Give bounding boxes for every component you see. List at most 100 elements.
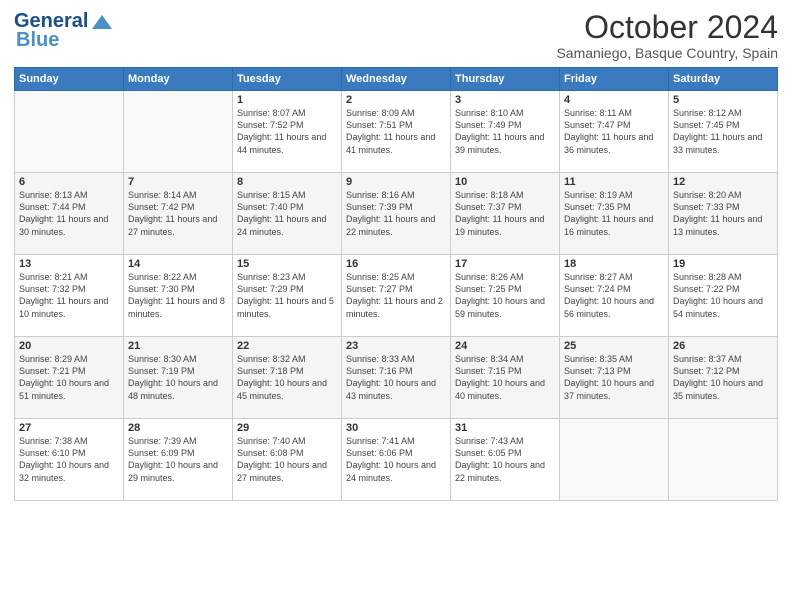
calendar-cell: 23Sunrise: 8:33 AM Sunset: 7:16 PM Dayli… (342, 337, 451, 419)
calendar-cell: 4Sunrise: 8:11 AM Sunset: 7:47 PM Daylig… (560, 91, 669, 173)
week-row-4: 20Sunrise: 8:29 AM Sunset: 7:21 PM Dayli… (15, 337, 778, 419)
day-info: Sunrise: 8:19 AM Sunset: 7:35 PM Dayligh… (564, 189, 664, 238)
logo-blue: Blue (16, 29, 59, 52)
day-info: Sunrise: 8:37 AM Sunset: 7:12 PM Dayligh… (673, 353, 773, 402)
calendar-cell: 10Sunrise: 8:18 AM Sunset: 7:37 PM Dayli… (451, 173, 560, 255)
calendar-cell (560, 419, 669, 501)
day-number: 5 (673, 94, 773, 106)
calendar-table: SundayMondayTuesdayWednesdayThursdayFrid… (14, 67, 778, 501)
calendar-cell: 1Sunrise: 8:07 AM Sunset: 7:52 PM Daylig… (233, 91, 342, 173)
day-info: Sunrise: 7:41 AM Sunset: 6:06 PM Dayligh… (346, 435, 446, 484)
title-block: October 2024 Samaniego, Basque Country, … (556, 10, 778, 61)
day-number: 6 (19, 176, 119, 188)
calendar-cell: 6Sunrise: 8:13 AM Sunset: 7:44 PM Daylig… (15, 173, 124, 255)
day-number: 27 (19, 422, 119, 434)
day-number: 9 (346, 176, 446, 188)
day-number: 30 (346, 422, 446, 434)
day-number: 10 (455, 176, 555, 188)
day-number: 21 (128, 340, 228, 352)
day-number: 18 (564, 258, 664, 270)
calendar-cell: 18Sunrise: 8:27 AM Sunset: 7:24 PM Dayli… (560, 255, 669, 337)
day-number: 2 (346, 94, 446, 106)
calendar-cell (15, 91, 124, 173)
calendar-cell: 29Sunrise: 7:40 AM Sunset: 6:08 PM Dayli… (233, 419, 342, 501)
day-info: Sunrise: 8:23 AM Sunset: 7:29 PM Dayligh… (237, 271, 337, 320)
weekday-header-saturday: Saturday (669, 68, 778, 91)
calendar-cell: 28Sunrise: 7:39 AM Sunset: 6:09 PM Dayli… (124, 419, 233, 501)
day-number: 13 (19, 258, 119, 270)
calendar-cell: 30Sunrise: 7:41 AM Sunset: 6:06 PM Dayli… (342, 419, 451, 501)
weekday-header-tuesday: Tuesday (233, 68, 342, 91)
location-title: Samaniego, Basque Country, Spain (556, 45, 778, 61)
day-number: 20 (19, 340, 119, 352)
day-number: 22 (237, 340, 337, 352)
calendar-cell: 14Sunrise: 8:22 AM Sunset: 7:30 PM Dayli… (124, 255, 233, 337)
calendar-cell: 21Sunrise: 8:30 AM Sunset: 7:19 PM Dayli… (124, 337, 233, 419)
day-number: 31 (455, 422, 555, 434)
day-info: Sunrise: 8:14 AM Sunset: 7:42 PM Dayligh… (128, 189, 228, 238)
weekday-header-row: SundayMondayTuesdayWednesdayThursdayFrid… (15, 68, 778, 91)
day-info: Sunrise: 8:09 AM Sunset: 7:51 PM Dayligh… (346, 107, 446, 156)
day-number: 23 (346, 340, 446, 352)
calendar-cell: 9Sunrise: 8:16 AM Sunset: 7:39 PM Daylig… (342, 173, 451, 255)
day-number: 17 (455, 258, 555, 270)
day-number: 3 (455, 94, 555, 106)
calendar-cell: 8Sunrise: 8:15 AM Sunset: 7:40 PM Daylig… (233, 173, 342, 255)
calendar-cell (669, 419, 778, 501)
calendar-cell: 5Sunrise: 8:12 AM Sunset: 7:45 PM Daylig… (669, 91, 778, 173)
day-number: 14 (128, 258, 228, 270)
weekday-header-wednesday: Wednesday (342, 68, 451, 91)
day-info: Sunrise: 8:32 AM Sunset: 7:18 PM Dayligh… (237, 353, 337, 402)
day-info: Sunrise: 8:11 AM Sunset: 7:47 PM Dayligh… (564, 107, 664, 156)
calendar-cell: 31Sunrise: 7:43 AM Sunset: 6:05 PM Dayli… (451, 419, 560, 501)
day-info: Sunrise: 8:12 AM Sunset: 7:45 PM Dayligh… (673, 107, 773, 156)
calendar-cell: 12Sunrise: 8:20 AM Sunset: 7:33 PM Dayli… (669, 173, 778, 255)
calendar-cell: 13Sunrise: 8:21 AM Sunset: 7:32 PM Dayli… (15, 255, 124, 337)
day-info: Sunrise: 8:10 AM Sunset: 7:49 PM Dayligh… (455, 107, 555, 156)
day-info: Sunrise: 8:34 AM Sunset: 7:15 PM Dayligh… (455, 353, 555, 402)
day-number: 26 (673, 340, 773, 352)
day-number: 11 (564, 176, 664, 188)
day-number: 15 (237, 258, 337, 270)
day-info: Sunrise: 8:21 AM Sunset: 7:32 PM Dayligh… (19, 271, 119, 320)
calendar-cell: 25Sunrise: 8:35 AM Sunset: 7:13 PM Dayli… (560, 337, 669, 419)
calendar-cell: 3Sunrise: 8:10 AM Sunset: 7:49 PM Daylig… (451, 91, 560, 173)
day-info: Sunrise: 8:13 AM Sunset: 7:44 PM Dayligh… (19, 189, 119, 238)
day-info: Sunrise: 8:22 AM Sunset: 7:30 PM Dayligh… (128, 271, 228, 320)
day-info: Sunrise: 8:33 AM Sunset: 7:16 PM Dayligh… (346, 353, 446, 402)
header: General Blue October 2024 Samaniego, Bas… (14, 10, 778, 61)
day-number: 4 (564, 94, 664, 106)
day-info: Sunrise: 8:27 AM Sunset: 7:24 PM Dayligh… (564, 271, 664, 320)
weekday-header-friday: Friday (560, 68, 669, 91)
calendar-cell: 24Sunrise: 8:34 AM Sunset: 7:15 PM Dayli… (451, 337, 560, 419)
day-info: Sunrise: 8:20 AM Sunset: 7:33 PM Dayligh… (673, 189, 773, 238)
day-info: Sunrise: 8:28 AM Sunset: 7:22 PM Dayligh… (673, 271, 773, 320)
day-info: Sunrise: 8:26 AM Sunset: 7:25 PM Dayligh… (455, 271, 555, 320)
day-number: 12 (673, 176, 773, 188)
calendar-cell: 15Sunrise: 8:23 AM Sunset: 7:29 PM Dayli… (233, 255, 342, 337)
day-number: 16 (346, 258, 446, 270)
day-info: Sunrise: 7:39 AM Sunset: 6:09 PM Dayligh… (128, 435, 228, 484)
calendar-cell: 27Sunrise: 7:38 AM Sunset: 6:10 PM Dayli… (15, 419, 124, 501)
weekday-header-monday: Monday (124, 68, 233, 91)
day-number: 28 (128, 422, 228, 434)
day-info: Sunrise: 8:29 AM Sunset: 7:21 PM Dayligh… (19, 353, 119, 402)
day-info: Sunrise: 7:43 AM Sunset: 6:05 PM Dayligh… (455, 435, 555, 484)
week-row-2: 6Sunrise: 8:13 AM Sunset: 7:44 PM Daylig… (15, 173, 778, 255)
day-info: Sunrise: 8:15 AM Sunset: 7:40 PM Dayligh… (237, 189, 337, 238)
calendar-container: General Blue October 2024 Samaniego, Bas… (0, 0, 792, 511)
calendar-cell: 7Sunrise: 8:14 AM Sunset: 7:42 PM Daylig… (124, 173, 233, 255)
calendar-cell: 26Sunrise: 8:37 AM Sunset: 7:12 PM Dayli… (669, 337, 778, 419)
week-row-3: 13Sunrise: 8:21 AM Sunset: 7:32 PM Dayli… (15, 255, 778, 337)
day-number: 24 (455, 340, 555, 352)
week-row-1: 1Sunrise: 8:07 AM Sunset: 7:52 PM Daylig… (15, 91, 778, 173)
calendar-cell: 17Sunrise: 8:26 AM Sunset: 7:25 PM Dayli… (451, 255, 560, 337)
calendar-cell: 11Sunrise: 8:19 AM Sunset: 7:35 PM Dayli… (560, 173, 669, 255)
calendar-cell: 20Sunrise: 8:29 AM Sunset: 7:21 PM Dayli… (15, 337, 124, 419)
day-number: 1 (237, 94, 337, 106)
day-info: Sunrise: 8:16 AM Sunset: 7:39 PM Dayligh… (346, 189, 446, 238)
day-info: Sunrise: 8:25 AM Sunset: 7:27 PM Dayligh… (346, 271, 446, 320)
day-info: Sunrise: 8:35 AM Sunset: 7:13 PM Dayligh… (564, 353, 664, 402)
logo-icon (90, 11, 112, 33)
week-row-5: 27Sunrise: 7:38 AM Sunset: 6:10 PM Dayli… (15, 419, 778, 501)
